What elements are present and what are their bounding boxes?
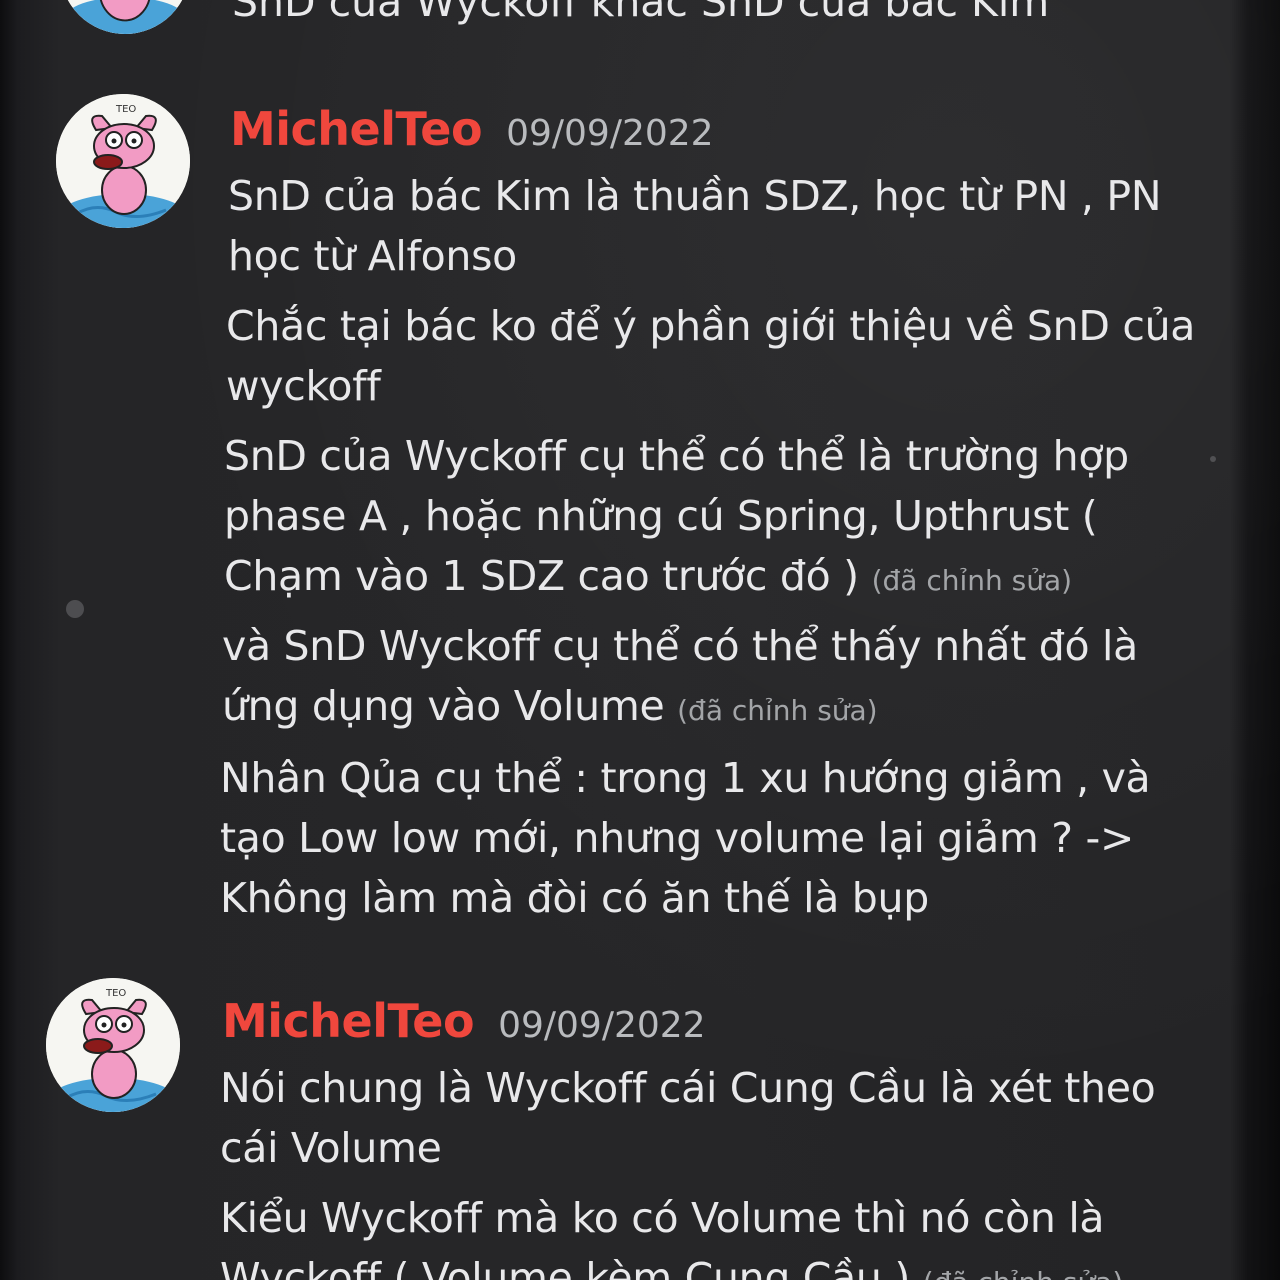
timestamp[interactable]: 09/09/2022 <box>506 113 714 154</box>
edited-label: (đã chỉnh sửa) <box>871 564 1073 597</box>
message-text: Chắc tại bác ko để ý phần giới thiệu về … <box>226 302 1196 410</box>
svg-text:TEO: TEO <box>105 988 126 999</box>
edited-label: (đã chỉnh sửa) <box>923 1266 1123 1280</box>
courage-dog-avatar-icon: TEO <box>46 978 180 1112</box>
avatar[interactable] <box>60 0 190 34</box>
message-header: MichelTeo 09/09/2022 <box>222 994 706 1048</box>
message-text: SnD của Wyckoff cụ thể có thể là trường … <box>224 432 1129 600</box>
message-text: và SnD Wyckoff cụ thể có thể thấy nhất đ… <box>222 622 1138 730</box>
message-text: Nhân Qủa cụ thể : trong 1 xu hướng giảm … <box>220 754 1151 922</box>
message-header: MichelTeo 09/09/2022 <box>230 102 714 156</box>
screen-dust-spot <box>1210 456 1216 462</box>
svg-text:TEO: TEO <box>115 104 136 115</box>
message-text: SnD của bác Kim là thuần SDZ, học từ PN … <box>228 172 1162 280</box>
avatar[interactable]: TEO <box>56 94 190 228</box>
courage-dog-avatar-icon <box>60 0 190 34</box>
timestamp[interactable]: 09/09/2022 <box>498 1005 706 1046</box>
edited-label: (đã chỉnh sửa) <box>677 694 878 727</box>
username[interactable]: MichelTeo <box>230 102 483 156</box>
chat-screen: SnD của Wyckoff khác SnD của bác Kim TEO… <box>0 0 1280 1280</box>
username[interactable]: MichelTeo <box>222 994 475 1048</box>
avatar[interactable]: TEO <box>46 978 180 1112</box>
message-text: Nói chung là Wyckoff cái Cung Cầu là xét… <box>220 1064 1156 1172</box>
previous-message-text: SnD của Wyckoff khác SnD của bác Kim <box>232 0 1050 26</box>
message-text: Kiểu Wyckoff mà ko có Volume thì nó còn … <box>220 1188 1200 1280</box>
screen-dust-spot <box>66 600 84 618</box>
courage-dog-avatar-icon: TEO <box>56 94 190 228</box>
